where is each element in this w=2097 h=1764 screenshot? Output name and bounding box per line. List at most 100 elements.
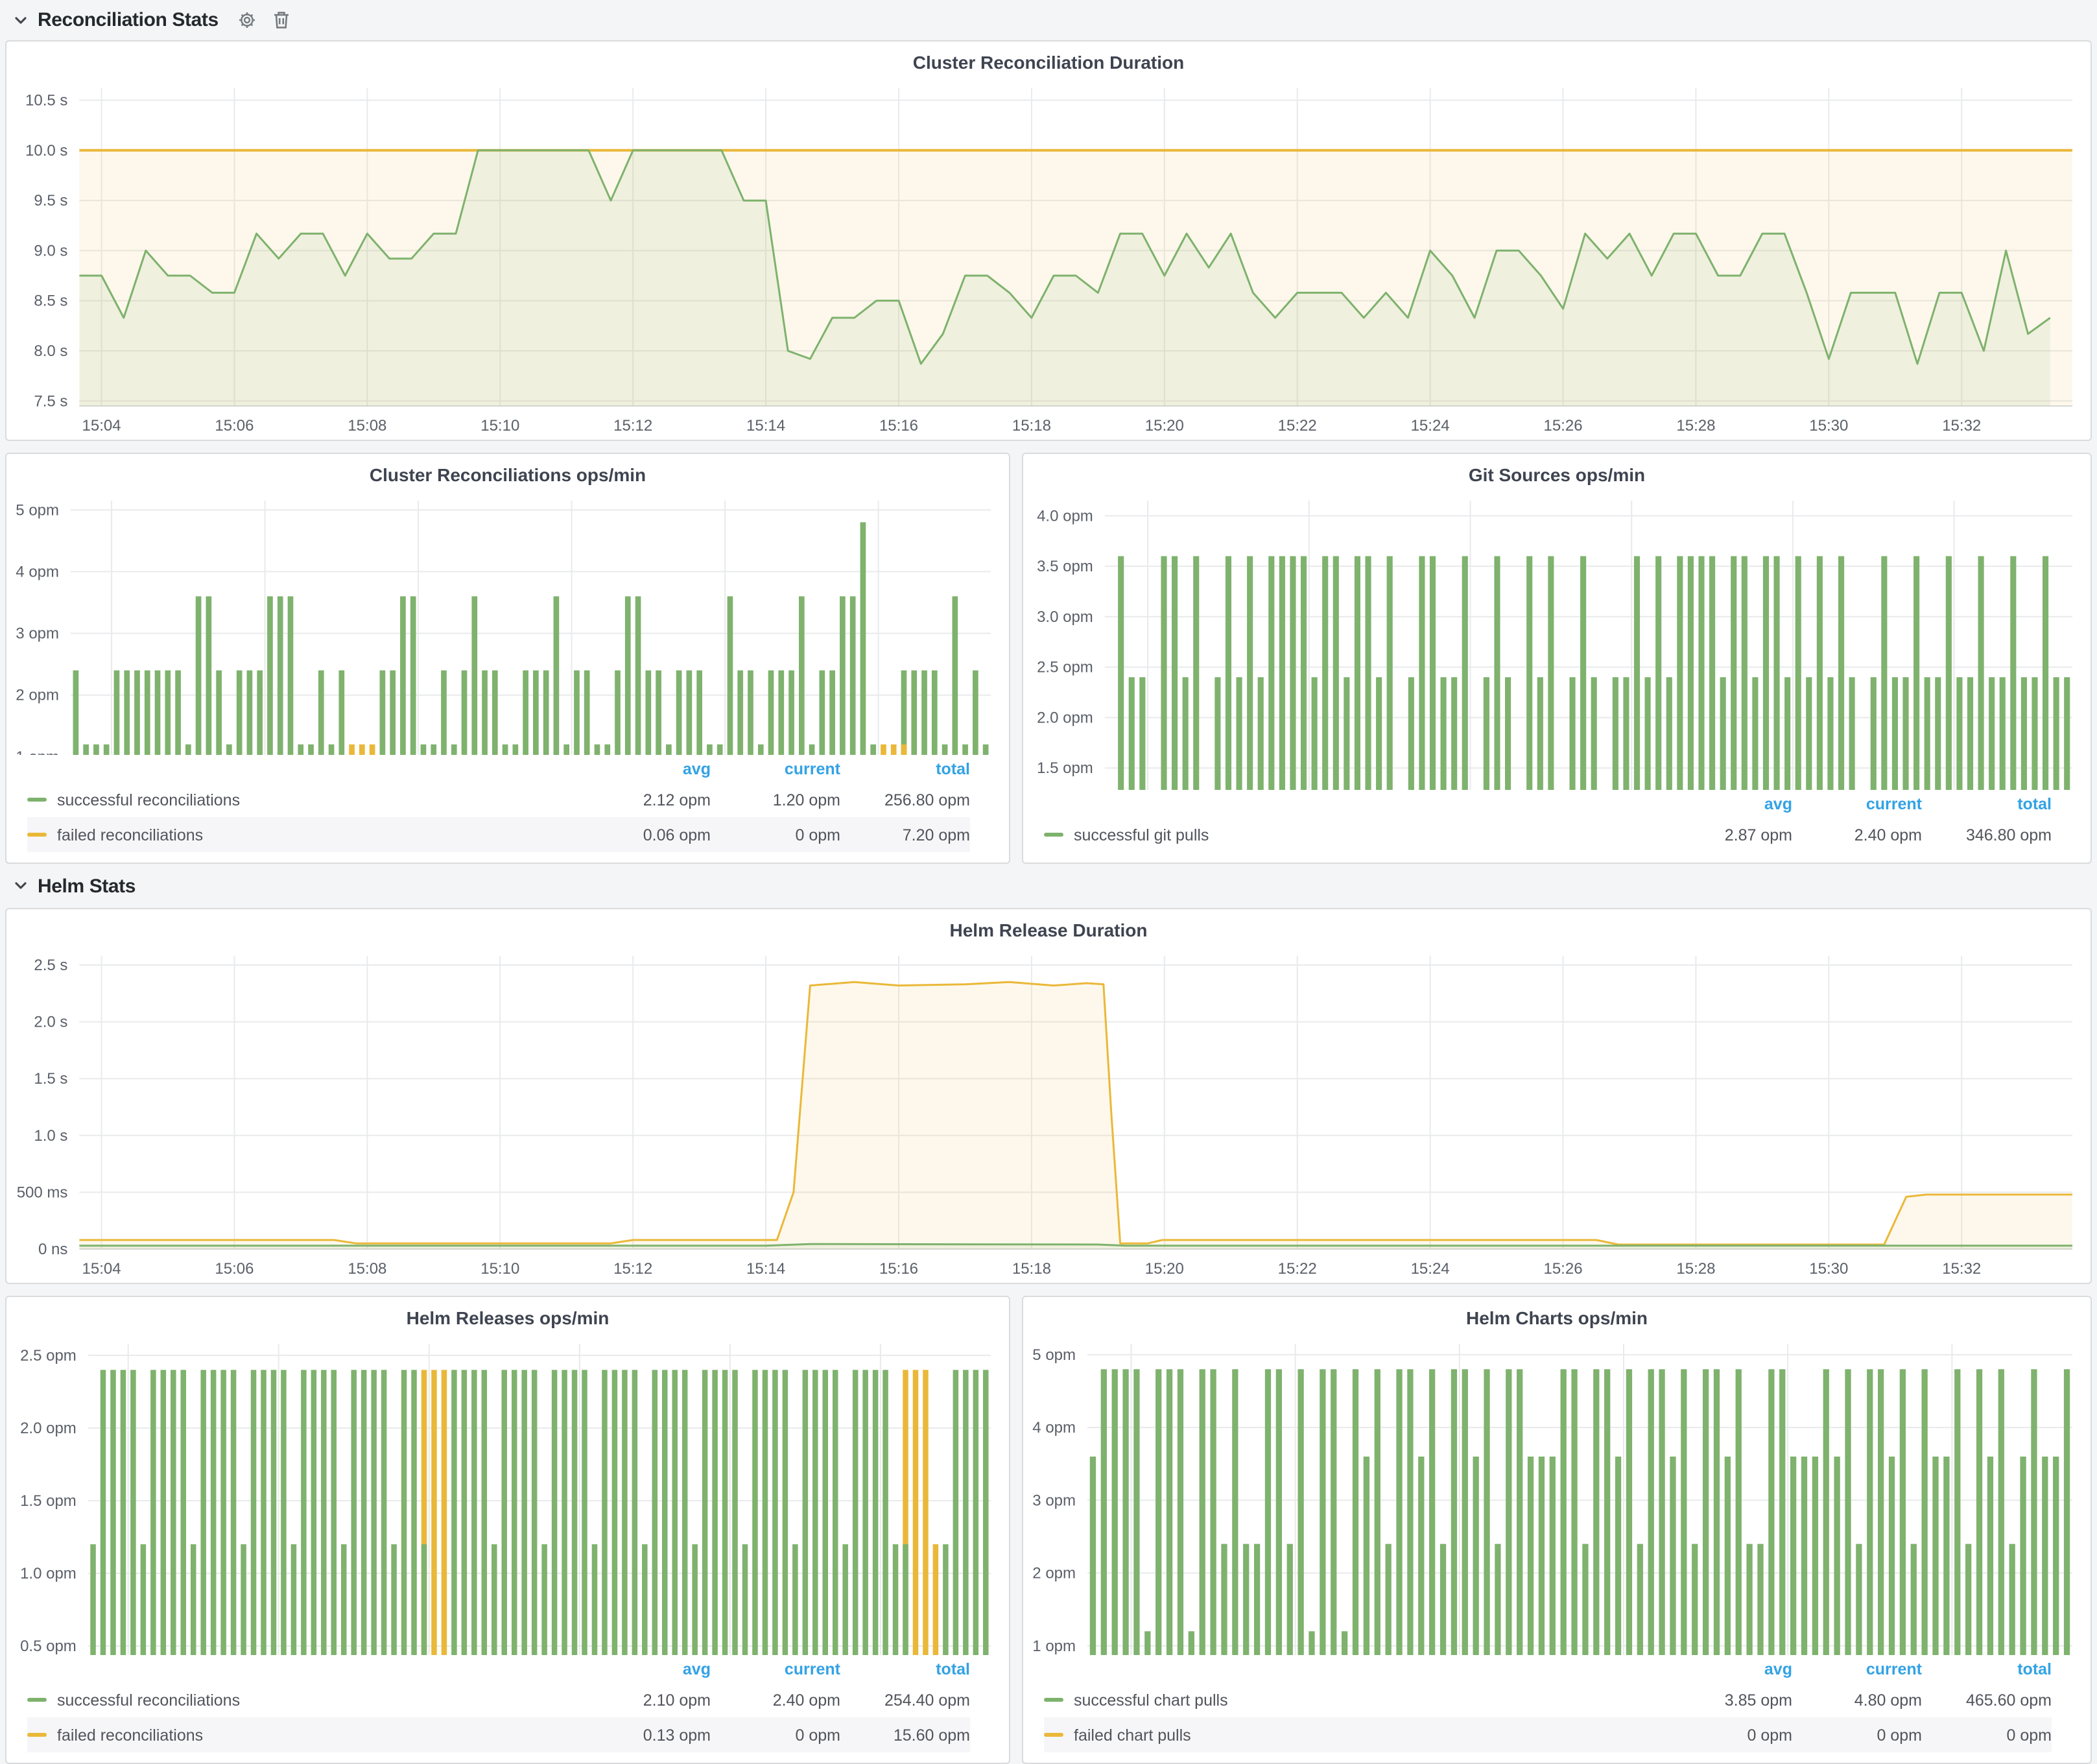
svg-text:5 opm: 5 opm — [16, 501, 59, 519]
grafana-dashboard: Reconciliation Stats Clu — [0, 0, 2097, 1761]
svg-text:2.0 opm: 2.0 opm — [1037, 709, 1093, 726]
series-label[interactable]: successful chart pulls — [1074, 1691, 1228, 1709]
panel-title[interactable]: Helm Release Duration — [6, 909, 2091, 943]
series-label[interactable]: failed reconciliations — [57, 826, 203, 844]
series-label[interactable]: successful reconciliations — [57, 1691, 240, 1709]
panel-title[interactable]: Helm Charts ops/min — [1023, 1297, 2091, 1331]
legend-current: 4.80 opm — [1792, 1691, 1922, 1709]
svg-text:3 opm: 3 opm — [16, 625, 59, 643]
series-color-dash — [27, 1698, 47, 1702]
legend-col-avg[interactable]: avg — [581, 1660, 711, 1678]
helm-releases-opm-chart[interactable]: 0 opm0.5 opm1.0 opm1.5 opm2.0 opm2.5 opm… — [6, 1331, 1009, 1655]
svg-text:15:32: 15:32 — [1942, 417, 1981, 435]
legend-item[interactable]: successful reconciliations2.10 opm2.40 o… — [27, 1682, 970, 1717]
svg-text:2.5 opm: 2.5 opm — [20, 1347, 77, 1365]
svg-text:15:22: 15:22 — [1278, 417, 1317, 435]
legend-total: 346.80 opm — [1922, 826, 2052, 844]
svg-text:500 ms: 500 ms — [17, 1184, 68, 1201]
legend-current: 0 opm — [1792, 1726, 1922, 1744]
panel-cluster-reconciliation-duration: Cluster Reconciliation Duration 7.5 s8.0… — [5, 40, 2092, 441]
svg-text:15:18: 15:18 — [1012, 1260, 1051, 1278]
legend-current: 0 opm — [711, 1726, 840, 1744]
legend: avgcurrenttotal successful reconciliation… — [6, 1655, 1009, 1763]
trash-icon[interactable] — [273, 10, 291, 30]
svg-text:2 opm: 2 opm — [16, 687, 59, 704]
panel-title[interactable]: Helm Releases ops/min — [6, 1297, 1009, 1331]
legend-item[interactable]: failed reconciliations0.06 opm0 opm7.20 … — [27, 817, 970, 852]
series-color-dash — [1044, 833, 1063, 837]
chevron-down-icon — [13, 12, 29, 28]
row-header-helm-stats[interactable]: Helm Stats — [0, 864, 2097, 908]
panel-title[interactable]: Git Sources ops/min — [1023, 454, 2091, 488]
svg-text:15:24: 15:24 — [1411, 417, 1450, 435]
panel-cluster-reconciliations-opm: Cluster Reconciliations ops/min 0 opm 1 o… — [5, 453, 1010, 864]
svg-text:15:20: 15:20 — [1145, 1260, 1184, 1278]
svg-text:15:04: 15:04 — [82, 1260, 121, 1278]
legend-current: 0 opm — [711, 826, 840, 844]
chart-svg: 0 opm1 opm2 opm3 opm4 opm5 opm15:0515:10… — [6, 488, 1009, 755]
svg-text:15:18: 15:18 — [1012, 417, 1051, 435]
legend-item[interactable]: successful git pulls2.87 opm2.40 opm346.… — [1044, 817, 2052, 852]
legend-total: 465.60 opm — [1922, 1691, 2052, 1709]
legend-item[interactable]: successful chart pulls 3.85 opm4.80 opm46… — [1044, 1682, 2052, 1717]
helm-release-duration-chart[interactable]: 0 ns500 ms1.0 s1.5 s2.0 s2.5 s15:0415:06… — [6, 943, 2091, 1283]
svg-text:15:22: 15:22 — [1278, 1260, 1317, 1278]
svg-text:1 opm: 1 opm — [1032, 1638, 1076, 1655]
series-color-dash — [1044, 1698, 1063, 1702]
svg-text:7.5 s: 7.5 s — [34, 392, 67, 410]
series-label[interactable]: failed reconciliations — [57, 1726, 203, 1744]
svg-text:9.0 s: 9.0 s — [34, 242, 67, 259]
git-sources-opm-chart[interactable]: 1.0 opm1.5 opm2.0 opm2.5 opm3.0 opm3.5 o… — [1023, 488, 2091, 790]
legend-total: 0 opm — [1922, 1726, 2052, 1744]
legend-col-total[interactable]: total — [840, 1660, 970, 1678]
svg-text:15:32: 15:32 — [1942, 1260, 1981, 1278]
section-title: Reconciliation Stats — [38, 9, 219, 31]
cluster-reconciliation-duration-chart[interactable]: 7.5 s8.0 s8.5 s9.0 s9.5 s10.0 s10.5 s15:… — [6, 75, 2091, 440]
legend-col-current[interactable]: current — [1792, 794, 1922, 813]
legend-total: 254.40 opm — [840, 1691, 970, 1709]
series-label[interactable]: successful git pulls — [1074, 826, 1209, 844]
svg-text:4 opm: 4 opm — [16, 563, 59, 580]
svg-text:15:16: 15:16 — [879, 1260, 918, 1278]
svg-text:15:04: 15:04 — [82, 417, 121, 435]
svg-text:1 opm: 1 opm — [16, 748, 59, 755]
helm-charts-opm-chart[interactable]: 0 opm1 opm2 opm3 opm4 opm5 opm15:0515:10… — [1023, 1331, 2091, 1655]
legend: avgcurrenttotal successful reconciliation… — [6, 755, 1009, 863]
svg-text:3.5 opm: 3.5 opm — [1037, 558, 1093, 575]
legend-avg: 3.85 opm — [1663, 1691, 1792, 1709]
svg-text:0.5 opm: 0.5 opm — [20, 1638, 77, 1655]
legend-col-total[interactable]: total — [1922, 794, 2052, 813]
legend-current: 2.40 opm — [1792, 826, 1922, 844]
series-label[interactable]: successful reconciliations — [57, 791, 240, 809]
legend-col-avg[interactable]: avg — [1663, 1660, 1792, 1678]
legend-col-current[interactable]: current — [1792, 1660, 1922, 1678]
svg-text:2.5 opm: 2.5 opm — [1037, 659, 1093, 676]
legend-col-current[interactable]: current — [711, 1660, 840, 1678]
legend-item[interactable]: failed chart pulls0 opm0 opm0 opm — [1044, 1717, 2052, 1752]
panel-title[interactable]: Cluster Reconciliations ops/min — [6, 454, 1009, 488]
panel-title[interactable]: Cluster Reconciliation Duration — [6, 42, 2091, 75]
legend-col-avg[interactable]: avg — [1663, 794, 1792, 813]
svg-text:15:12: 15:12 — [613, 1260, 652, 1278]
row-header-reconciliation-stats[interactable]: Reconciliation Stats — [0, 0, 2097, 40]
legend-col-total[interactable]: total — [1922, 1660, 2052, 1678]
svg-text:15:16: 15:16 — [879, 417, 918, 435]
svg-text:4.0 opm: 4.0 opm — [1037, 507, 1093, 525]
legend-col-current[interactable]: current — [711, 759, 840, 778]
legend-item[interactable]: successful reconciliations2.12 opm1.20 o… — [27, 782, 970, 817]
chart-svg: 1.0 opm1.5 opm2.0 opm2.5 opm3.0 opm3.5 o… — [1023, 488, 2091, 790]
legend-col-avg[interactable]: avg — [581, 759, 711, 778]
panel-helm-release-duration: Helm Release Duration 0 ns500 ms1.0 s1.5… — [5, 908, 2092, 1284]
cluster-reconciliations-opm-chart[interactable]: 0 opm1 opm2 opm3 opm4 opm5 opm15:0515:10… — [6, 488, 1009, 755]
gear-icon[interactable] — [238, 10, 257, 30]
legend-item[interactable]: failed reconciliations0.13 opm0 opm15.60… — [27, 1717, 970, 1752]
svg-text:15:26: 15:26 — [1543, 417, 1582, 435]
legend-col-total[interactable]: total — [840, 759, 970, 778]
legend-avg: 0.06 opm — [581, 826, 711, 844]
svg-text:1.0 s: 1.0 s — [34, 1127, 67, 1145]
chart-svg: 0 opm1 opm2 opm3 opm4 opm5 opm15:0515:10… — [1023, 1331, 2091, 1655]
legend-header: avgcurrenttotal — [1044, 1655, 2052, 1682]
series-label[interactable]: failed chart pulls — [1074, 1726, 1191, 1744]
legend: avgcurrenttotal successful git pulls2.87 … — [1023, 790, 2091, 863]
series-color-dash — [27, 833, 47, 837]
